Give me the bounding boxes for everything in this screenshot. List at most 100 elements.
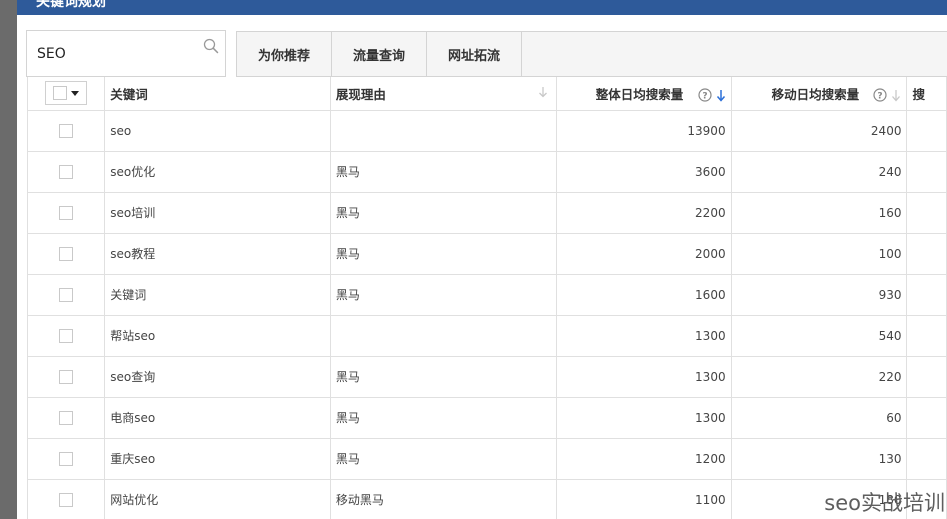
watermark: seo实战培训 (824, 491, 945, 515)
svg-text:?: ? (702, 92, 707, 102)
row-checkbox[interactable] (59, 246, 74, 261)
next-cell (906, 150, 947, 193)
total-daily-cell: 1300 (555, 355, 732, 398)
search-input[interactable] (27, 31, 197, 76)
keyword-cell: 电商seo (104, 396, 331, 439)
row-checkbox[interactable] (59, 369, 74, 384)
next-cell (906, 314, 947, 357)
dialog-titlebar: 关键词规划 (17, 0, 947, 15)
total-daily-cell: 3600 (555, 150, 732, 193)
mobile-daily-cell: 930 (730, 273, 908, 316)
keyword-cell: seo培训 (104, 191, 331, 234)
reason-cell: 移动黑马 (329, 478, 557, 519)
row-checkbox[interactable] (59, 123, 74, 138)
search-box (26, 30, 226, 77)
table-row[interactable]: seo教程 黑马 2000 100 (26, 232, 947, 275)
row-checkbox[interactable] (59, 205, 74, 220)
table-body: seo 13900 2400 seo优化 黑马 3600 240 seo培训 黑… (26, 109, 947, 519)
reason-cell: 黑马 (329, 437, 557, 480)
keyword-planner-panel: 为你推荐 流量查询 网址拓流 关键词 展现理由 (17, 15, 947, 519)
next-cell (906, 191, 947, 234)
row-checkbox[interactable] (59, 492, 74, 507)
sort-arrow-down-active-icon[interactable] (716, 89, 726, 102)
reason-cell: 黑马 (329, 396, 557, 439)
table-header-row: 关键词 展现理由 整体日均搜索量 ? 移动日均搜索量 ? 搜 (26, 77, 947, 111)
tab-traffic-query[interactable]: 流量查询 (332, 32, 428, 76)
table-row[interactable]: 帮站seo 1300 540 (26, 314, 947, 357)
column-header-keyword[interactable]: 关键词 (104, 77, 331, 111)
total-daily-cell: 1200 (555, 437, 732, 480)
mobile-daily-cell: 240 (730, 150, 908, 193)
table-row[interactable]: seo培训 黑马 2200 160 (26, 191, 947, 234)
total-daily-cell: 2200 (555, 191, 732, 234)
total-daily-cell: 1600 (555, 273, 732, 316)
column-header-mobile-daily[interactable]: 移动日均搜索量 ? (730, 77, 908, 111)
tab-bar: 为你推荐 流量查询 网址拓流 (236, 31, 947, 77)
help-icon[interactable]: ? (697, 88, 712, 102)
keyword-cell: 网站优化 (104, 478, 331, 519)
reason-cell (329, 109, 557, 152)
keyword-cell: 重庆seo (104, 437, 331, 480)
dialog-title: 关键词规划 (36, 0, 106, 10)
row-checkbox[interactable] (59, 328, 74, 343)
select-all-cell (26, 77, 106, 111)
total-daily-cell: 1100 (555, 478, 732, 519)
column-header-reason[interactable]: 展现理由 (329, 77, 557, 111)
search-icon[interactable] (203, 38, 219, 54)
next-cell (906, 232, 947, 275)
column-header-keyword-label: 关键词 (110, 86, 148, 102)
next-cell (906, 273, 947, 316)
table-row[interactable]: 重庆seo 黑马 1200 130 (26, 437, 947, 480)
mobile-daily-cell: 220 (730, 355, 908, 398)
keyword-cell: seo (104, 109, 331, 152)
reason-cell (329, 314, 557, 357)
tab-recommend[interactable]: 为你推荐 (237, 32, 333, 76)
tab-url-expand[interactable]: 网址拓流 (427, 32, 523, 76)
column-header-next[interactable]: 搜 (906, 77, 947, 111)
column-header-next-label: 搜 (912, 86, 925, 102)
reason-cell: 黑马 (329, 355, 557, 398)
table-row[interactable]: seo优化 黑马 3600 240 (26, 150, 947, 193)
reason-cell: 黑马 (329, 191, 557, 234)
table-row[interactable]: seo 13900 2400 (26, 109, 947, 152)
keyword-table: 关键词 展现理由 整体日均搜索量 ? 移动日均搜索量 ? 搜 seo 13900… (26, 77, 947, 519)
mobile-daily-cell: 60 (730, 396, 908, 439)
row-checkbox[interactable] (59, 287, 74, 302)
column-header-mobile-daily-label: 移动日均搜索量 (771, 86, 860, 102)
next-cell (906, 437, 947, 480)
next-cell (906, 396, 947, 439)
reason-cell: 黑马 (329, 273, 557, 316)
keyword-cell: seo优化 (104, 150, 331, 193)
reason-cell: 黑马 (329, 232, 557, 275)
row-checkbox[interactable] (59, 164, 74, 179)
column-header-reason-label: 展现理由 (335, 86, 386, 102)
keyword-cell: seo查询 (104, 355, 331, 398)
help-icon[interactable]: ? (873, 88, 888, 102)
total-daily-cell: 13900 (555, 109, 732, 152)
keyword-cell: seo教程 (104, 232, 331, 275)
total-daily-cell: 2000 (555, 232, 732, 275)
column-header-total-daily[interactable]: 整体日均搜索量 ? (555, 77, 732, 111)
row-checkbox[interactable] (59, 451, 74, 466)
select-all-dropdown[interactable] (45, 81, 88, 106)
table-row[interactable]: 电商seo 黑马 1300 60 (26, 396, 947, 439)
total-daily-cell: 1300 (555, 396, 732, 439)
row-checkbox[interactable] (59, 410, 74, 425)
sort-arrow-down-icon[interactable] (891, 89, 901, 102)
total-daily-cell: 1300 (555, 314, 732, 357)
column-header-total-daily-label: 整体日均搜索量 (595, 86, 684, 102)
sort-arrow-down-icon[interactable] (538, 86, 548, 98)
table-row[interactable]: seo查询 黑马 1300 220 (26, 355, 947, 398)
caret-down-icon[interactable] (71, 90, 80, 96)
mobile-daily-cell: 160 (730, 191, 908, 234)
keyword-cell: 关键词 (104, 273, 331, 316)
next-cell (906, 355, 947, 398)
next-cell (906, 109, 947, 152)
reason-cell: 黑马 (329, 150, 557, 193)
table-row[interactable]: 关键词 黑马 1600 930 (26, 273, 947, 316)
svg-text:?: ? (878, 92, 883, 102)
select-all-checkbox[interactable] (53, 86, 68, 101)
mobile-daily-cell: 100 (730, 232, 908, 275)
keyword-cell: 帮站seo (104, 314, 331, 357)
table-row[interactable]: 网站优化 移动黑马 1100 180 (26, 478, 947, 519)
